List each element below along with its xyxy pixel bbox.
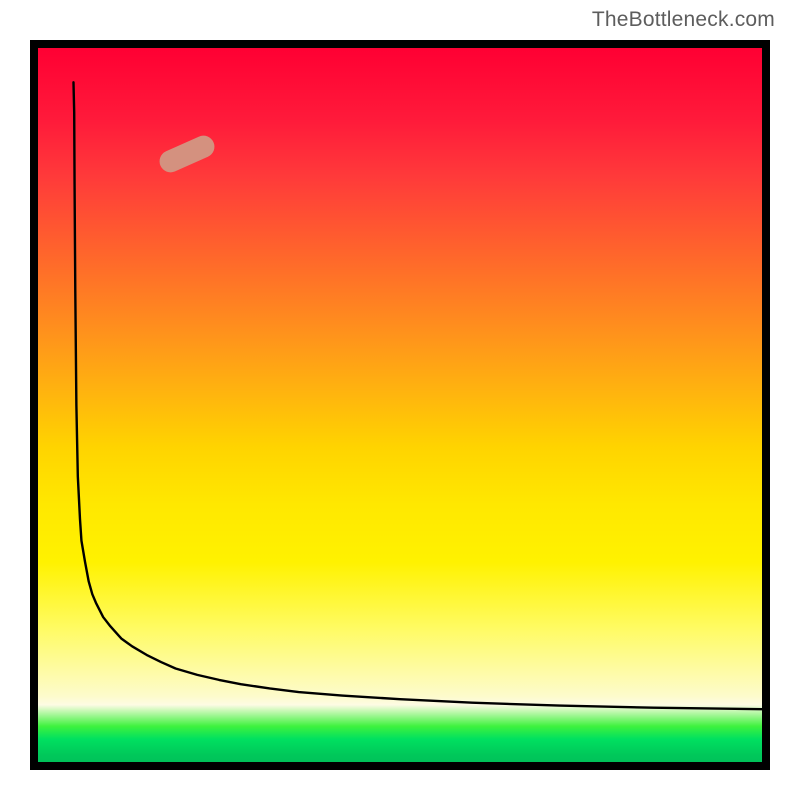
chart-gradient-background <box>38 48 762 762</box>
chart-container: TheBottleneck.com <box>0 0 800 800</box>
watermark-text: TheBottleneck.com <box>592 8 775 32</box>
chart-frame <box>30 40 770 770</box>
